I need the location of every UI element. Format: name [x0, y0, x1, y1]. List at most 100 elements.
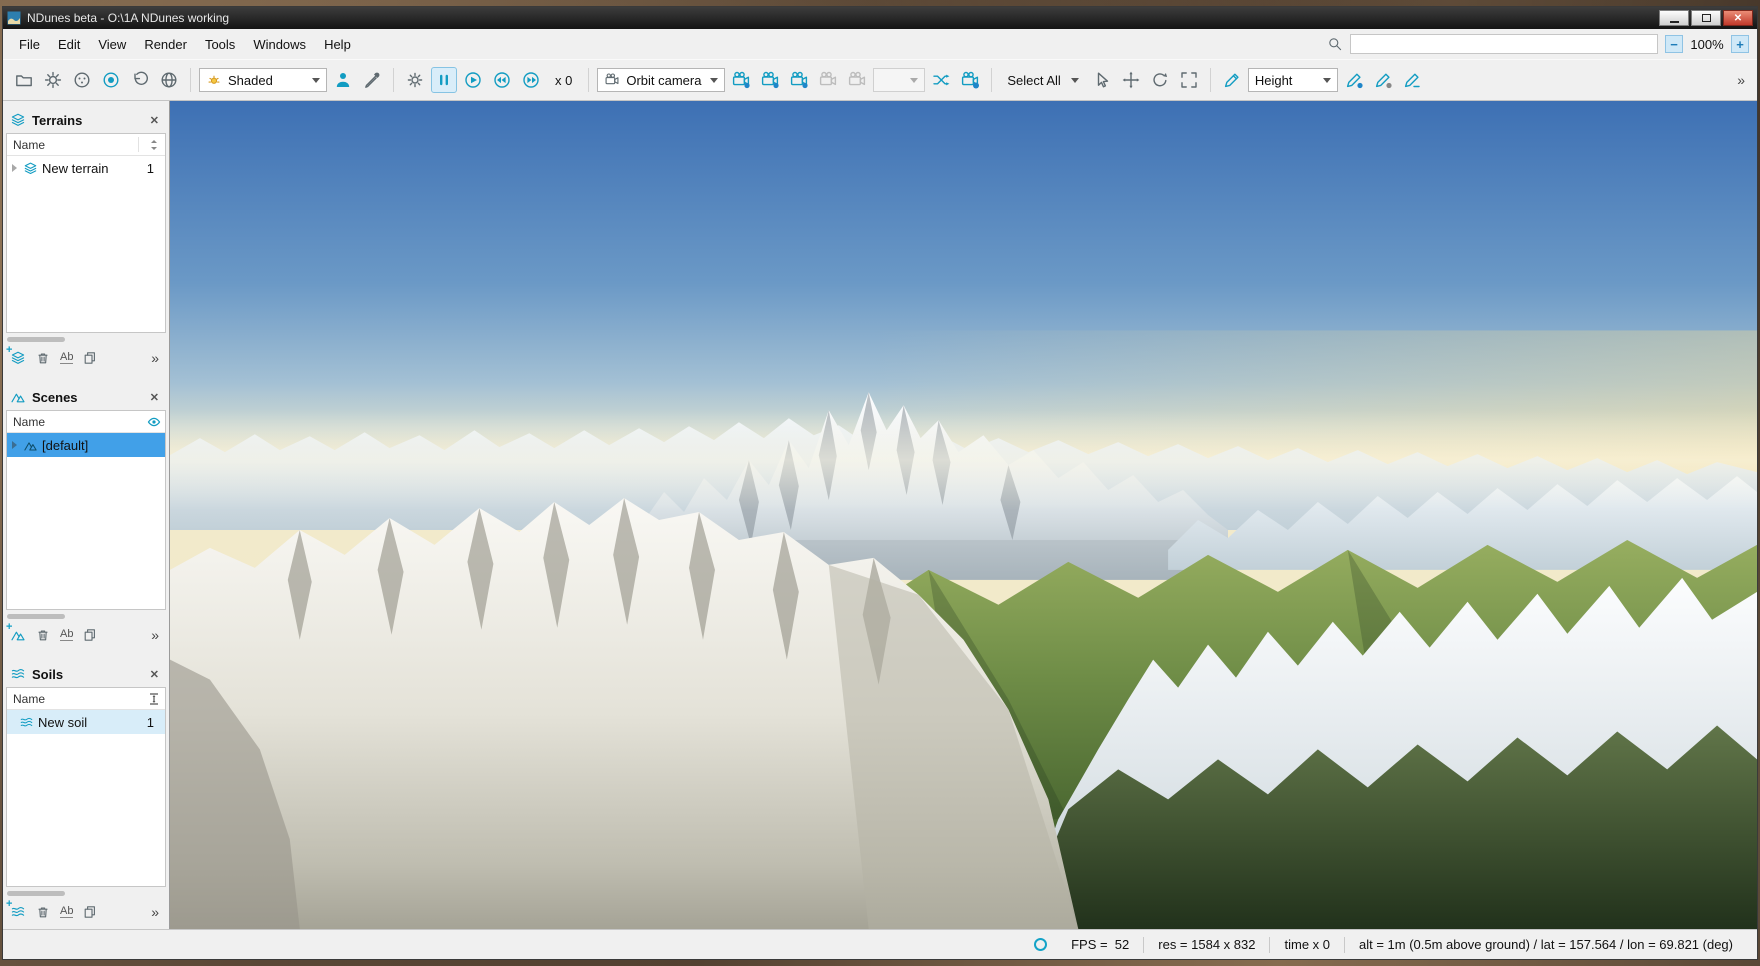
search-icon[interactable] [1327, 36, 1343, 52]
camera-button-4[interactable] [815, 67, 841, 93]
terrains-overflow-button[interactable]: » [148, 350, 162, 366]
rename-terrain-button[interactable]: Ab [60, 352, 74, 364]
trash-icon [38, 907, 48, 918]
copy-icon [85, 352, 96, 364]
expander-icon[interactable] [12, 164, 17, 172]
mountain-icon [24, 441, 37, 451]
fullscreen-button[interactable] [1176, 67, 1202, 93]
expander-icon[interactable] [12, 441, 17, 449]
visibility-icon[interactable] [147, 415, 161, 429]
menu-file[interactable]: File [11, 33, 48, 56]
brush-remove-button[interactable] [1370, 67, 1396, 93]
scenes-overflow-button[interactable]: » [148, 627, 162, 643]
shuffle-camera-button[interactable] [928, 67, 954, 93]
brush-channel-select[interactable]: Height [1247, 68, 1338, 92]
delete-soil-button[interactable] [35, 904, 51, 920]
world-button[interactable] [156, 67, 182, 93]
delete-terrain-button[interactable] [35, 350, 51, 366]
minimize-button[interactable] [1659, 10, 1689, 26]
rotate-view-button[interactable] [1147, 67, 1173, 93]
scenes-close-button[interactable]: ✕ [147, 391, 162, 404]
brush-smooth-button[interactable] [1399, 67, 1425, 93]
zoom-in-button[interactable]: + [1731, 35, 1749, 53]
scrollbar-thumb[interactable] [7, 890, 65, 896]
soils-close-button[interactable]: ✕ [147, 668, 162, 681]
scrollbar-thumb[interactable] [7, 336, 65, 342]
terrain-row[interactable]: New terrain 1 [7, 156, 165, 180]
add-scene-button[interactable] [6, 621, 26, 643]
duplicate-scene-button[interactable] [82, 627, 98, 643]
soils-name-column[interactable]: Name [13, 692, 45, 706]
search-input[interactable] [1350, 34, 1658, 54]
delete-scene-button[interactable] [35, 627, 51, 643]
soil-icon [20, 717, 33, 726]
pointer-tool-button[interactable] [1089, 67, 1115, 93]
terrains-hscrollbar[interactable] [6, 333, 166, 345]
scenes-toolbar: Ab » [6, 621, 166, 648]
menu-tools[interactable]: Tools [197, 33, 243, 56]
add-soil-button[interactable] [6, 898, 26, 920]
character-button[interactable] [330, 67, 356, 93]
menu-render[interactable]: Render [136, 33, 195, 56]
eyedropper-button[interactable] [359, 67, 385, 93]
camera-button-5[interactable] [844, 67, 870, 93]
menu-help[interactable]: Help [316, 33, 359, 56]
open-project-button[interactable] [11, 67, 37, 93]
rename-soil-button[interactable]: Ab [60, 906, 74, 918]
camera-icon [791, 71, 808, 89]
title-bar[interactable]: NDunes beta - O:\1A NDunes working ✕ [3, 7, 1757, 29]
scenes-hscrollbar[interactable] [6, 610, 166, 622]
terrains-close-button[interactable]: ✕ [147, 114, 162, 127]
brush-add-button[interactable] [1341, 67, 1367, 93]
sort-icon[interactable] [147, 138, 161, 152]
shading-mode-select[interactable]: Shaded [199, 68, 327, 92]
terrains-panel-title: Terrains [32, 112, 83, 128]
move-tool-button[interactable] [1118, 67, 1144, 93]
pause-button[interactable] [431, 67, 457, 93]
toolbar-overflow-button[interactable]: » [1733, 72, 1749, 88]
camera-mode-value: Orbit camera [626, 72, 702, 88]
step-back-button[interactable] [489, 67, 515, 93]
menu-view[interactable]: View [90, 33, 134, 56]
camera-mode-select[interactable]: Orbit camera [597, 68, 726, 92]
settings-button[interactable] [40, 67, 66, 93]
soil-row[interactable]: New soil 1 [7, 710, 165, 734]
terrains-name-column[interactable]: Name [13, 138, 45, 152]
select-all-select[interactable]: Select All [1000, 68, 1085, 92]
render-disc-button[interactable] [69, 67, 95, 93]
scrollbar-thumb[interactable] [7, 613, 65, 619]
rename-scene-button[interactable]: Ab [60, 629, 74, 641]
record-button[interactable] [98, 67, 124, 93]
soils-panel-header: Soils ✕ [6, 661, 166, 687]
camera-info-icon [962, 71, 980, 89]
copy-icon [85, 629, 96, 641]
add-terrain-button[interactable] [6, 344, 26, 366]
sun-icon [208, 75, 220, 84]
scene-row[interactable]: [default] [7, 433, 165, 457]
camera-preset-select[interactable] [873, 68, 926, 92]
close-button[interactable]: ✕ [1723, 10, 1753, 26]
camera-info-button[interactable] [957, 67, 983, 93]
toolbar-separator [190, 68, 191, 92]
duplicate-soil-button[interactable] [82, 904, 98, 920]
render-viewport[interactable] [169, 101, 1757, 929]
menu-edit[interactable]: Edit [50, 33, 88, 56]
soils-overflow-button[interactable]: » [148, 904, 162, 920]
step-forward-button[interactable] [518, 67, 544, 93]
maximize-button[interactable] [1691, 10, 1721, 26]
daylight-button[interactable] [402, 67, 428, 93]
undo-history-button[interactable] [127, 67, 153, 93]
camera-button-1[interactable] [728, 67, 754, 93]
camera-button-2[interactable] [757, 67, 783, 93]
zoom-out-button[interactable]: − [1665, 35, 1683, 53]
column-fit-icon[interactable] [147, 692, 161, 706]
soils-hscrollbar[interactable] [6, 887, 166, 899]
play-button[interactable] [460, 67, 486, 93]
person-icon [336, 73, 350, 87]
brush-tool-button[interactable] [1219, 67, 1245, 93]
menu-windows[interactable]: Windows [245, 33, 314, 56]
duplicate-terrain-button[interactable] [82, 350, 98, 366]
scenes-name-column[interactable]: Name [13, 415, 45, 429]
camera-button-3[interactable] [786, 67, 812, 93]
terrains-column-header: Name [7, 134, 165, 156]
